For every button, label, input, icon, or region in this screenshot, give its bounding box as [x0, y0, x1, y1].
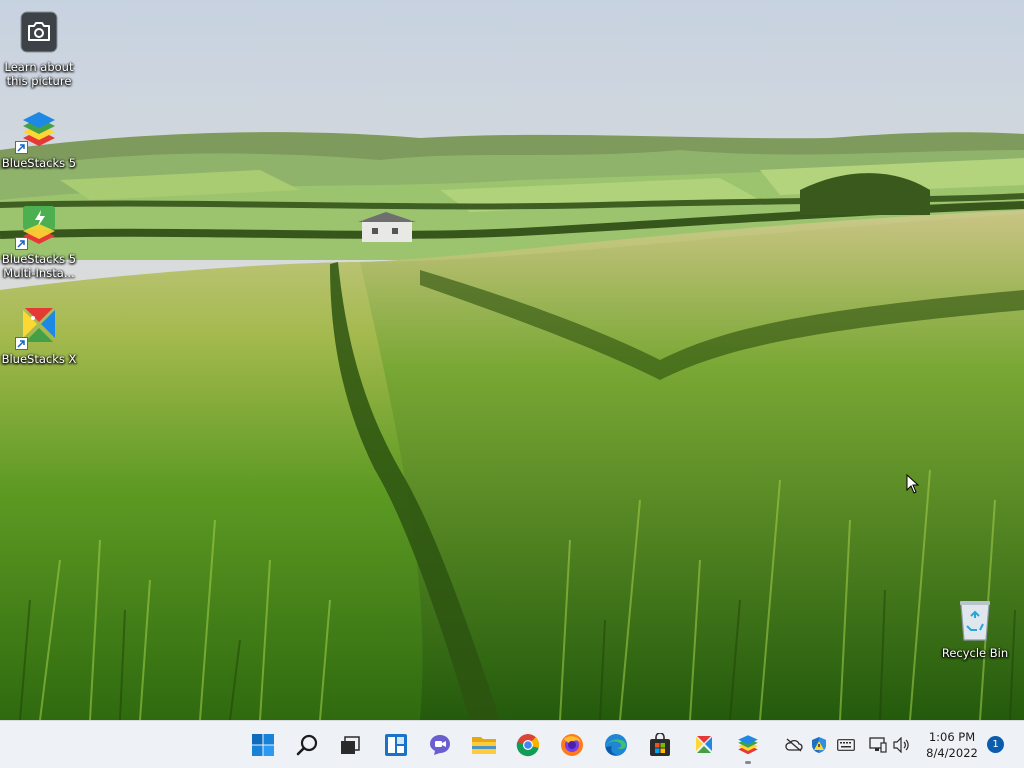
bluestacks-x-icon	[696, 736, 712, 753]
notification-badge[interactable]: 1	[987, 736, 1004, 753]
firefox-icon	[561, 734, 583, 756]
edge-icon	[605, 734, 627, 756]
shortcut-arrow-icon	[15, 237, 28, 250]
chrome-button[interactable]	[508, 725, 548, 765]
network-icon	[869, 737, 887, 753]
desktop-icon-recycle-bin[interactable]: Recycle Bin	[936, 596, 1014, 660]
desktop-icon-label: BlueStacks X	[1, 352, 77, 366]
firefox-button[interactable]	[552, 725, 592, 765]
security-tray-button[interactable]	[809, 735, 829, 755]
volume-icon	[893, 737, 909, 753]
taskbar-clock[interactable]: 1:06 PM 8/4/2022	[918, 729, 986, 761]
onedrive-tray-button[interactable]	[784, 735, 804, 755]
wallpaper	[0, 0, 1024, 720]
desktop-icon-label: Learn about this picture	[4, 60, 74, 88]
desktop-icon-bluestacks-5[interactable]: BlueStacks 5	[0, 106, 78, 170]
keyboard-tray-button[interactable]	[836, 735, 856, 755]
bluestacks-5-icon	[15, 106, 63, 154]
bluestacks-x-icon	[15, 302, 63, 350]
desktop-icon-learn-about-picture[interactable]: Learn about this picture	[0, 10, 78, 88]
keyboard-icon	[837, 739, 855, 751]
bluestacks-5-icon	[738, 735, 758, 755]
windows-logo-icon	[252, 734, 274, 756]
clock-time: 1:06 PM	[928, 730, 976, 744]
store-icon	[650, 733, 670, 756]
desktop-icon-bluestacks-multi-instance[interactable]: BlueStacks 5 Multi-Insta...	[0, 202, 78, 280]
shortcut-arrow-icon	[15, 337, 28, 350]
task-view-icon	[341, 736, 360, 754]
widgets-icon	[385, 734, 407, 756]
file-explorer-button[interactable]	[464, 725, 504, 765]
chrome-icon	[516, 734, 540, 757]
task-view-button[interactable]	[330, 725, 370, 765]
onedrive-offline-icon	[785, 738, 803, 752]
teams-chat-icon	[430, 735, 450, 755]
widgets-button[interactable]	[376, 725, 416, 765]
bluestacks-multi-instance-icon	[15, 202, 63, 250]
start-button[interactable]	[243, 725, 283, 765]
desktop-icon-label: BlueStacks 5 Multi-Insta...	[1, 252, 77, 280]
mouse-cursor-icon	[906, 474, 920, 494]
clock-date: 8/4/2022	[926, 746, 978, 760]
desktop-icon-bluestacks-x[interactable]: BlueStacks X	[0, 302, 78, 366]
edge-button[interactable]	[596, 725, 636, 765]
shortcut-arrow-icon	[15, 141, 28, 154]
volume-tray-button[interactable]	[892, 735, 912, 755]
recycle-bin-icon	[951, 596, 999, 644]
security-shield-icon	[812, 737, 826, 753]
desktop: Learn about this picture BlueStacks 5 Bl…	[0, 0, 1024, 768]
desktop-icon-label: Recycle Bin	[941, 646, 1009, 660]
folder-icon	[472, 737, 496, 754]
network-tray-button[interactable]	[868, 735, 888, 755]
running-indicator	[745, 761, 751, 764]
taskbar: 1:06 PM 8/4/2022 1	[0, 720, 1024, 768]
chat-button[interactable]	[420, 725, 460, 765]
bluestacks-5-taskbar-button[interactable]	[728, 725, 768, 765]
store-button[interactable]	[640, 725, 680, 765]
camera-icon	[15, 10, 63, 58]
taskbar-search-button[interactable]	[288, 725, 328, 765]
desktop-icon-label: BlueStacks 5	[1, 156, 77, 170]
bluestacks-x-taskbar-button[interactable]	[684, 725, 724, 765]
search-icon	[296, 734, 318, 756]
